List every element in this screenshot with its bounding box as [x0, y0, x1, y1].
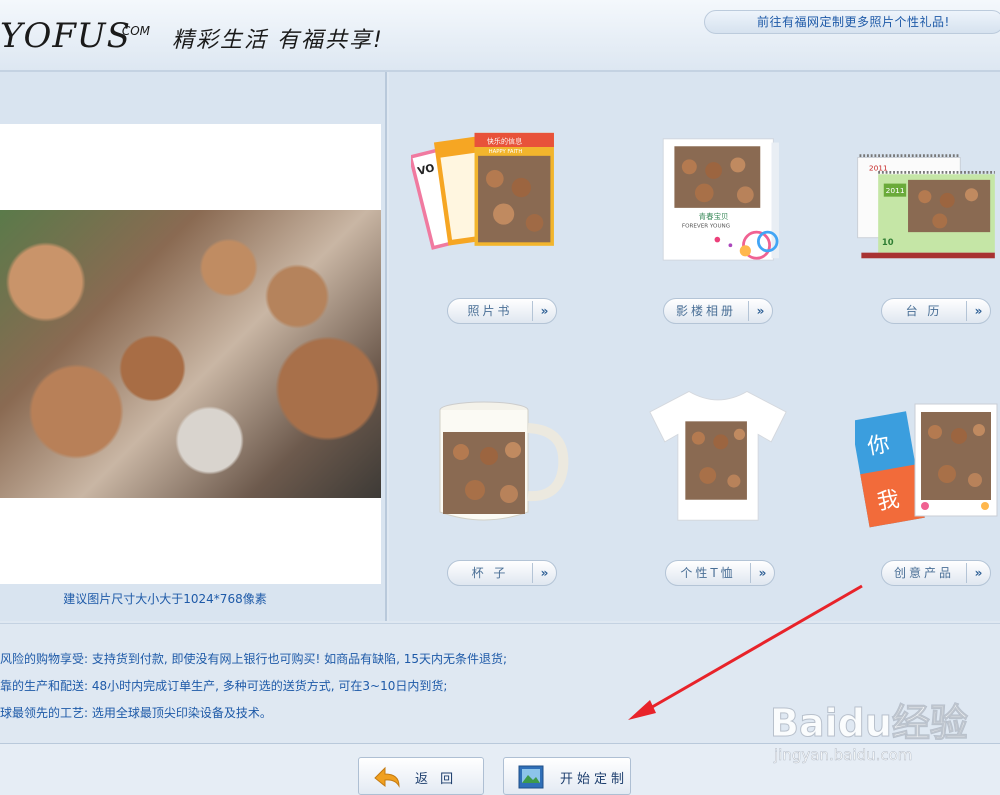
picture-icon: [518, 765, 544, 789]
header: YOFUS .COM 精彩生活 有福共享! 前往有福网定制更多照片个性礼品!: [0, 0, 1000, 72]
preview-photo: [0, 210, 381, 498]
mug-button[interactable]: 杯 子 »: [447, 560, 557, 586]
start-customize-label: 开始定制: [560, 772, 629, 787]
image-size-hint: 建议图片尺寸大小大于1024*768像素: [63, 592, 267, 606]
calendar-year-front: 2011: [886, 186, 905, 195]
desk-calendar-label: 台 历: [905, 304, 943, 318]
product-creative[interactable]: 你 我 创意产品 »: [855, 394, 1000, 586]
studio-album-label: 影楼相册: [675, 304, 736, 318]
more-gifts-link[interactable]: 前往有福网定制更多照片个性礼品!: [704, 10, 1000, 34]
studio-album-image[interactable]: 青春宝贝 FOREVER YOUNG: [647, 122, 797, 262]
watermark-url: jingyan.baidu.com: [774, 746, 913, 765]
tshirt-image[interactable]: [643, 384, 793, 524]
calendar-month: 10: [882, 237, 894, 247]
logo[interactable]: YOFUS: [0, 16, 131, 56]
logo-suffix: .COM: [118, 24, 150, 38]
double-chevron-right-icon: »: [532, 563, 556, 583]
photo-book-button[interactable]: 照片书 »: [447, 298, 557, 324]
creative-products-image[interactable]: 你 我: [855, 394, 1000, 534]
watermark-brand: Baidu经验: [770, 701, 969, 746]
book-cover-sub: HAPPY FAITH: [489, 149, 523, 155]
back-button[interactable]: 返 回: [358, 757, 484, 795]
photo-preview-panel: 建议图片尺寸大小大于1024*768像素: [0, 72, 387, 621]
double-chevron-right-icon: »: [966, 563, 990, 583]
card-char-1: 你: [866, 432, 892, 460]
mug-image[interactable]: [429, 394, 579, 534]
back-label: 返 回: [415, 772, 458, 787]
baidu-watermark: Baidu经验 jingyan.baidu.com: [770, 686, 1000, 776]
album-title: 青春宝贝: [699, 211, 729, 221]
double-chevron-right-icon: »: [748, 301, 772, 321]
photo-book-label: 照片书: [467, 304, 513, 318]
product-photo-book[interactable]: VO 快乐的信息 HAPPY FAITH 照片书 »: [411, 122, 561, 324]
start-customize-button[interactable]: 开始定制: [503, 757, 631, 795]
product-panel: VO 快乐的信息 HAPPY FAITH 照片书 » 青春宝贝 FOREVER …: [389, 72, 1000, 621]
product-studio-album[interactable]: 青春宝贝 FOREVER YOUNG 影楼相册 »: [647, 122, 797, 324]
card-char-2: 我: [875, 487, 901, 515]
preview-canvas: [0, 124, 381, 584]
product-mug[interactable]: 杯 子 »: [429, 394, 579, 586]
product-tshirt[interactable]: 个性T恤 »: [643, 384, 793, 586]
studio-album-button[interactable]: 影楼相册 »: [663, 298, 773, 324]
book-cover-text: 快乐的信息: [487, 136, 522, 145]
info-line-payment: 风险的购物享受: 支持货到付款, 即使没有网上银行也可购买! 如商品有缺陷, 1…: [0, 652, 508, 666]
creative-products-button[interactable]: 创意产品 »: [881, 560, 991, 586]
double-chevron-right-icon: »: [966, 301, 990, 321]
double-chevron-right-icon: »: [532, 301, 556, 321]
tshirt-button[interactable]: 个性T恤 »: [665, 560, 775, 586]
back-arrow-icon: [374, 766, 400, 788]
double-chevron-right-icon: »: [750, 563, 774, 583]
desk-calendar-image[interactable]: 2011 2011 10: [845, 122, 1000, 262]
photo-book-image[interactable]: VO 快乐的信息 HAPPY FAITH: [411, 122, 561, 262]
desk-calendar-button[interactable]: 台 历 »: [881, 298, 991, 324]
creative-products-label: 创意产品: [893, 566, 954, 580]
tshirt-label: 个性T恤: [680, 566, 736, 580]
mug-label: 杯 子: [471, 566, 509, 580]
slogan: 精彩生活 有福共享!: [172, 28, 384, 53]
product-desk-calendar[interactable]: 2011 2011 10 台 历 »: [845, 122, 1000, 324]
album-text: FOREVER YOUNG: [682, 223, 730, 229]
info-line-craft: 球最领先的工艺: 选用全球最顶尖印染设备及技术。: [0, 706, 272, 720]
info-line-delivery: 靠的生产和配送: 48小时内完成订单生产, 多种可选的送货方式, 可在3~10日…: [0, 679, 448, 693]
